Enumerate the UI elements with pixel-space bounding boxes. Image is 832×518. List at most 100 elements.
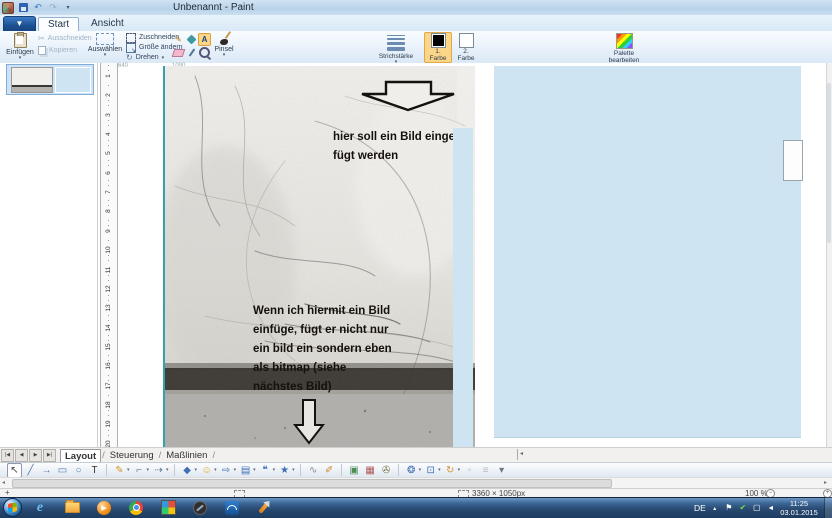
customize-qat-dropdown[interactable]: ▾ xyxy=(62,2,74,14)
prev-tab-button[interactable]: ◀ xyxy=(15,449,28,462)
stroke-width-button[interactable]: Strichstärke ▾ xyxy=(376,34,416,64)
network-status[interactable] xyxy=(752,503,762,512)
layer-tab-layout[interactable]: Layout xyxy=(60,449,101,463)
connector-tool-dropdown[interactable]: ▾ xyxy=(147,467,150,473)
rotate-button[interactable]: ↻ Drehen ▾ xyxy=(126,53,164,62)
rectangle-tool[interactable]: ▭ xyxy=(55,463,70,478)
tab-start[interactable]: Start xyxy=(38,17,79,32)
action-center-flag[interactable] xyxy=(724,503,734,512)
rotate-tool-dropdown[interactable]: ▾ xyxy=(458,467,461,473)
select-tool[interactable]: ↖ xyxy=(7,463,22,478)
basic-shapes[interactable]: ◆ xyxy=(180,463,195,478)
layer-tab-maßlinien[interactable]: Maßlinien xyxy=(162,449,211,462)
taskbar-chrome[interactable] xyxy=(124,498,148,517)
gallery[interactable]: ▦ xyxy=(363,463,378,478)
line-arrow-tool-dropdown[interactable]: ▾ xyxy=(166,467,169,473)
ruler-number: 4 xyxy=(105,129,113,139)
star-shapes-dropdown[interactable]: ▾ xyxy=(292,467,295,473)
fontwork[interactable]: ❂ xyxy=(404,463,419,478)
symbol-shapes[interactable]: ☺ xyxy=(199,463,214,478)
toolbar-separator xyxy=(398,464,399,476)
flowchart-shapes-dropdown[interactable]: ▾ xyxy=(253,467,256,473)
interaction[interactable]: ⊡ xyxy=(423,463,438,478)
undo-button[interactable]: ↶ xyxy=(32,2,44,14)
scanner[interactable]: ✇ xyxy=(379,463,394,478)
connector-tool[interactable]: ⌐ xyxy=(132,463,147,478)
line-arrow-tool[interactable]: ⇢ xyxy=(151,463,166,478)
color2-button[interactable]: 2. Farbe xyxy=(452,32,480,63)
layer-tab-steuerung[interactable]: Steuerung xyxy=(106,449,158,462)
callout-shapes-dropdown[interactable]: ▾ xyxy=(273,467,276,473)
internet-explorer-icon xyxy=(37,500,43,516)
glue-points[interactable]: ✐ xyxy=(322,463,337,478)
paste-button[interactable]: Einfügen ▾ xyxy=(4,33,36,60)
align-tool[interactable]: ▫ xyxy=(462,463,477,478)
ruler-number: 6 xyxy=(105,168,113,178)
edit-points[interactable]: ∿ xyxy=(306,463,321,478)
page-frame xyxy=(783,140,803,181)
select-button[interactable]: Auswählen ▾ xyxy=(86,33,124,57)
next-tab-button[interactable]: ▶ xyxy=(29,449,42,462)
tab-splitter[interactable] xyxy=(517,449,518,460)
star-shapes[interactable]: ★ xyxy=(277,463,292,478)
arrow-tool[interactable]: → xyxy=(39,463,54,478)
symbol-shapes-dropdown[interactable]: ▾ xyxy=(214,467,217,473)
flowchart-shapes[interactable]: ▤ xyxy=(238,463,253,478)
page-thumbnail-selected[interactable] xyxy=(6,64,94,95)
eraser-tool[interactable] xyxy=(172,46,185,59)
taskbar-media-player[interactable] xyxy=(92,498,116,517)
callout-shapes[interactable]: ❝ xyxy=(258,463,273,478)
text-tool[interactable]: T xyxy=(87,463,102,478)
fontwork-dropdown[interactable]: ▾ xyxy=(419,467,422,473)
scroll-left-arrow[interactable]: ◂ xyxy=(2,479,5,486)
taskbar-graphics-tool[interactable] xyxy=(252,498,276,517)
vertical-scrollbar-thumb[interactable] xyxy=(827,83,831,243)
ruler-number: 7 xyxy=(105,187,113,197)
language-indicator[interactable]: DE xyxy=(694,503,706,513)
security-status[interactable] xyxy=(738,503,748,512)
freeform-line-tool-dropdown[interactable]: ▾ xyxy=(127,467,130,473)
freeform-line-tool[interactable]: ✎ xyxy=(112,463,127,478)
copy-button[interactable]: Kopieren xyxy=(38,46,77,55)
taskbar-media-disc[interactable] xyxy=(188,498,212,517)
redo-button[interactable]: ↷ xyxy=(47,2,59,14)
horizontal-scrollbar-thumb[interactable] xyxy=(12,479,612,488)
brush-button[interactable]: Pinsel ▾ xyxy=(210,33,238,57)
hidden-icons-chevron[interactable] xyxy=(710,503,720,512)
color1-button[interactable]: 1. Farbe xyxy=(424,32,452,63)
show-desktop-button[interactable] xyxy=(824,497,832,518)
tab-ansicht[interactable]: Ansicht xyxy=(82,17,133,31)
first-tab-button[interactable]: |◀ xyxy=(1,449,14,462)
last-tab-button[interactable]: ▶| xyxy=(43,449,56,462)
save-button[interactable] xyxy=(17,2,29,14)
taskbar-windows-explorer[interactable] xyxy=(60,498,84,517)
edit-palette-button[interactable]: Palette bearbeiten xyxy=(604,33,644,64)
tab-splitter-arrow[interactable]: ◂ xyxy=(520,450,523,457)
arrange-tool[interactable]: ≡ xyxy=(478,463,493,478)
fill-tool[interactable] xyxy=(185,33,198,46)
taskbar-internet-explorer[interactable] xyxy=(28,498,52,517)
pencil-tool[interactable]: ✎ xyxy=(172,33,185,46)
ellipse-tool[interactable]: ○ xyxy=(71,463,86,478)
basic-shapes-dropdown[interactable]: ▾ xyxy=(195,467,198,473)
draw-page[interactable] xyxy=(494,66,801,438)
interaction-dropdown[interactable]: ▾ xyxy=(438,467,441,473)
rotate-tool[interactable]: ↻ xyxy=(443,463,458,478)
scroll-right-arrow[interactable]: ▸ xyxy=(824,479,827,486)
insert-picture[interactable]: ▣ xyxy=(347,463,362,478)
color-picker-tool[interactable] xyxy=(185,46,198,59)
toolbar-overflow[interactable]: ▾ xyxy=(494,463,509,478)
ruler-number: 10 xyxy=(105,245,113,255)
taskbar-puzzle-game[interactable] xyxy=(156,498,180,517)
taskbar-clock[interactable]: 11:25 03.01.2015 xyxy=(778,499,820,517)
ruler-number: 9 xyxy=(105,226,113,236)
toolbar-separator xyxy=(106,464,107,476)
cut-button[interactable]: ✂ Ausschneiden xyxy=(38,34,92,43)
start-button[interactable] xyxy=(3,498,22,517)
block-arrows[interactable]: ⇨ xyxy=(219,463,234,478)
volume[interactable] xyxy=(766,503,776,512)
taskbar-openoffice[interactable] xyxy=(220,498,244,517)
paint-canvas[interactable]: hier soll ein Bild einge- fügt werden We… xyxy=(163,66,475,449)
block-arrows-dropdown[interactable]: ▾ xyxy=(234,467,237,473)
line-tool[interactable]: ╱ xyxy=(23,463,38,478)
